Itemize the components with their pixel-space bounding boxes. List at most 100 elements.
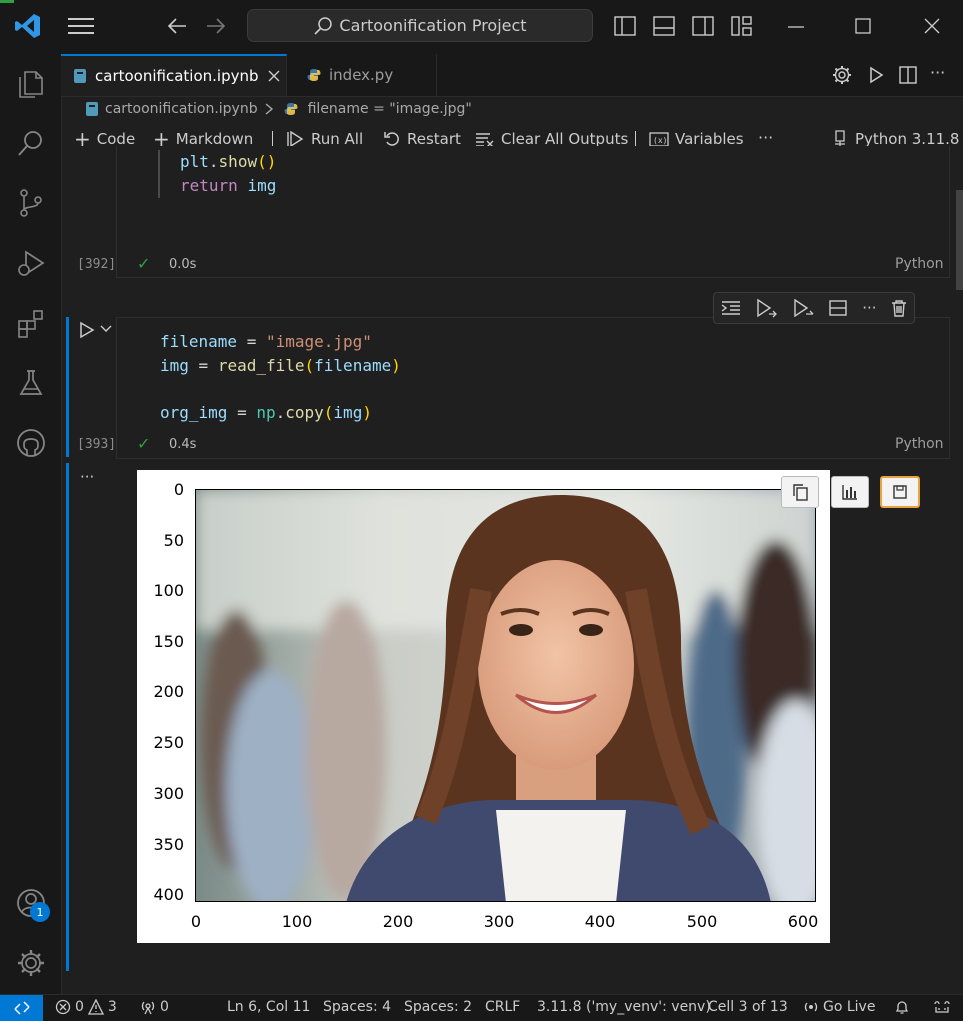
notebook-settings-gear-icon[interactable] [832, 65, 852, 85]
indentation-spaces-4[interactable]: Spaces: 4 [323, 999, 391, 1015]
search-sidebar-icon[interactable] [14, 126, 48, 160]
execute-above-icon[interactable] [721, 299, 741, 317]
error-icon [55, 999, 71, 1015]
save-icon [892, 484, 908, 500]
matplotlib-figure: 0 50 100 150 200 250 300 350 400 0 100 2… [137, 470, 830, 943]
y-tick-label: 0 [173, 480, 184, 499]
remote-indicator[interactable] [0, 995, 43, 1021]
testing-icon[interactable] [14, 366, 48, 400]
go-live-button[interactable]: Go Live [803, 999, 875, 1015]
x-tick-label: 300 [483, 912, 515, 931]
python-symbol-icon [284, 102, 298, 116]
code-line: return img [180, 176, 277, 195]
x-tick-label: 100 [281, 912, 313, 931]
notebook-file-icon [85, 101, 99, 117]
problems-indicator[interactable]: 0 3 [55, 999, 117, 1015]
x-tick-label: 200 [382, 912, 414, 931]
breadcrumb-symbol[interactable]: filename = "image.jpg" [308, 101, 472, 117]
close-tab-icon[interactable] [267, 69, 281, 83]
title-accent-strip [0, 0, 14, 3]
menu-icon[interactable] [68, 16, 94, 36]
copilot-icon[interactable] [933, 999, 951, 1015]
more-actions-icon[interactable]: ··· [930, 63, 945, 82]
code-line: img = read_file(filename) [160, 356, 401, 375]
code-line: plt.show() [180, 152, 277, 171]
minimize-icon[interactable] [786, 16, 806, 36]
ports-count: 0 [160, 999, 169, 1015]
open-plot-viewer-button[interactable] [831, 476, 869, 508]
source-control-icon[interactable] [14, 186, 48, 220]
copy-output-button[interactable] [781, 476, 819, 508]
run-debug-icon[interactable] [14, 246, 48, 280]
success-check-icon: ✓ [137, 254, 151, 273]
ports-indicator[interactable]: 0 [140, 999, 169, 1015]
output-more-actions[interactable]: ··· [80, 468, 94, 486]
indentation-spaces-2[interactable]: Spaces: 2 [404, 999, 472, 1015]
execute-cell-and-above-icon[interactable] [792, 298, 814, 318]
tab-label: index.py [329, 66, 394, 84]
python-interpreter[interactable]: 3.11.8 ('my_venv': venv) [537, 999, 711, 1015]
execution-time: 0.4s [169, 437, 197, 452]
run-file-icon[interactable] [866, 65, 886, 85]
y-tick-label: 400 [153, 885, 184, 904]
broadcast-icon [140, 999, 156, 1015]
tab-index-py[interactable]: index.py [287, 54, 437, 96]
success-check-icon: ✓ [137, 434, 151, 453]
close-window-icon[interactable] [922, 16, 942, 36]
toggle-primary-sidebar-icon[interactable] [614, 16, 636, 36]
warning-count: 3 [107, 999, 117, 1015]
explorer-icon[interactable] [14, 66, 48, 100]
go-live-label: Go Live [823, 999, 876, 1015]
vscode-logo-icon [14, 12, 42, 40]
maximize-icon[interactable] [853, 16, 873, 36]
status-bar: 0 3 0 Ln 6, Col 11 Spaces: 4 Spaces: 2 C… [0, 994, 963, 1021]
y-tick-label: 100 [153, 581, 184, 600]
x-tick-label: 0 [190, 912, 202, 931]
search-label: Cartoonification Project [339, 16, 527, 35]
cell-more-actions-icon[interactable]: ··· [862, 299, 876, 317]
tab-cartoonification-ipynb[interactable]: cartoonification.ipynb [61, 54, 287, 96]
copy-icon [791, 483, 809, 501]
split-editor-icon[interactable] [898, 65, 918, 85]
chevron-right-icon [264, 103, 274, 115]
y-tick-label: 200 [153, 682, 184, 701]
y-tick-label: 300 [153, 784, 184, 803]
end-of-line[interactable]: CRLF [485, 999, 520, 1015]
editor-scrollbar-thumb[interactable] [956, 190, 963, 290]
y-tick-label: 50 [163, 531, 184, 550]
delete-cell-icon[interactable] [891, 299, 907, 317]
cell-language[interactable]: Python [895, 256, 944, 272]
tab-label: cartoonification.ipynb [95, 67, 259, 85]
cell-focus-indicator [66, 317, 69, 457]
save-output-button[interactable] [880, 476, 920, 508]
x-tick-label: 600 [787, 912, 819, 931]
execution-count: [392] [77, 257, 117, 272]
code-line: org_img = np.copy(img) [160, 403, 372, 422]
customize-layout-icon[interactable] [731, 16, 753, 36]
execute-cell-and-below-icon[interactable] [755, 298, 778, 318]
cell-language[interactable]: Python [895, 436, 944, 452]
cell-position[interactable]: Cell 3 of 13 [708, 999, 788, 1015]
run-cell-icon[interactable] [79, 321, 95, 339]
extensions-icon[interactable] [14, 306, 48, 340]
chevron-down-icon[interactable] [100, 324, 112, 334]
error-count: 0 [75, 999, 84, 1015]
toolbar-more-button[interactable]: ··· [758, 128, 773, 147]
remote-icon [13, 1000, 31, 1016]
toggle-panel-icon[interactable] [653, 16, 675, 36]
forward-arrow-icon[interactable] [205, 16, 227, 36]
settings-gear-icon[interactable] [14, 946, 48, 980]
back-arrow-icon[interactable] [166, 16, 188, 36]
search-icon [313, 16, 333, 36]
breadcrumb-file[interactable]: cartoonification.ipynb [105, 101, 258, 117]
code-line: filename = "image.jpg" [160, 332, 372, 351]
portrait-photo-illustration [196, 490, 815, 901]
github-icon[interactable] [14, 426, 48, 460]
command-center-search[interactable]: Cartoonification Project [247, 9, 593, 42]
toggle-secondary-sidebar-icon[interactable] [692, 16, 714, 36]
indent-guide [158, 150, 160, 198]
cursor-position[interactable]: Ln 6, Col 11 [227, 999, 310, 1015]
split-cell-icon[interactable] [828, 299, 848, 317]
notifications-bell-icon[interactable] [894, 999, 910, 1015]
activity-bar: 1 [0, 54, 62, 994]
